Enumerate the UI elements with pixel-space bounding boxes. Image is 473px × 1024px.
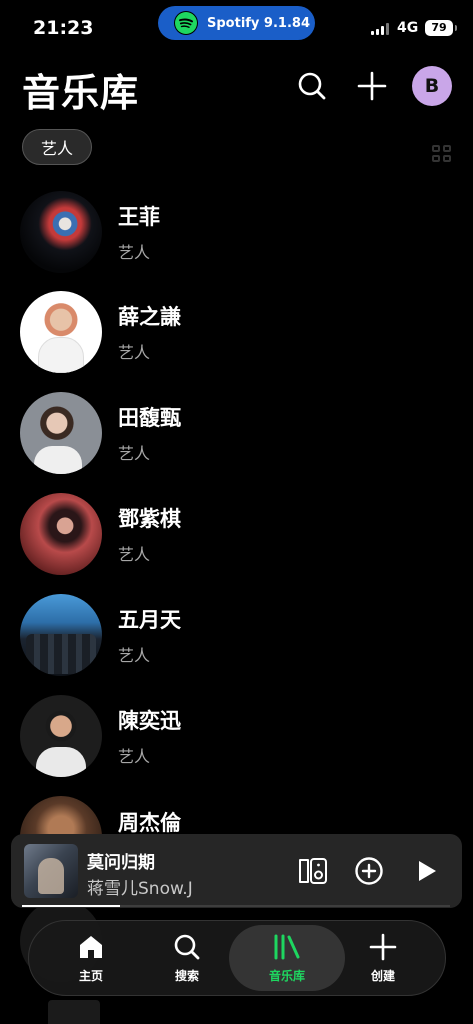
add-circle-icon <box>355 857 383 885</box>
network-type: 4G <box>397 20 419 36</box>
list-item[interactable]: 鄧紫棋 艺人 <box>20 492 460 576</box>
home-icon <box>80 935 102 958</box>
artist-name: 田馥甄 <box>118 406 181 430</box>
page-title: 音乐库 <box>22 71 140 115</box>
album-art <box>24 844 78 898</box>
search-icon <box>174 934 200 959</box>
list-item[interactable]: 五月天 艺人 <box>20 593 460 677</box>
artist-name: 周杰倫 <box>118 811 181 835</box>
library-icon <box>274 934 300 959</box>
artist-name: 五月天 <box>118 608 181 632</box>
speaker-device-icon <box>299 858 327 884</box>
signal-icon <box>371 23 389 35</box>
artist-type: 艺人 <box>118 545 151 564</box>
artist-image <box>20 695 102 777</box>
artist-type: 艺人 <box>118 747 151 766</box>
artist-name: 王菲 <box>118 205 160 229</box>
tab-label: 搜索 <box>174 968 199 983</box>
tab-library[interactable]: 音乐库 <box>229 925 345 991</box>
list-item-thumbnail <box>48 1000 100 1024</box>
list-item[interactable]: 陳奕迅 艺人 <box>20 694 460 778</box>
tab-label: 音乐库 <box>268 968 305 983</box>
grid-view-icon[interactable] <box>432 145 452 163</box>
play-button[interactable] <box>409 854 443 888</box>
search-icon <box>298 72 326 100</box>
playback-progress-bar[interactable] <box>22 905 450 907</box>
artist-image <box>20 191 102 273</box>
play-icon <box>419 861 436 881</box>
artist-name: 薛之謙 <box>118 305 181 329</box>
artist-type: 艺人 <box>118 444 151 463</box>
artist-image <box>20 594 102 676</box>
list-item[interactable]: 薛之謙 艺人 <box>20 290 460 374</box>
track-artist: 蒋雪儿Snow.J <box>87 879 193 899</box>
connect-device-button[interactable] <box>296 854 330 888</box>
artist-image <box>20 392 102 474</box>
filter-chip-artists[interactable]: 艺人 <box>22 129 93 165</box>
bottom-tab-bar: 主页 搜索 音乐库 创建 <box>28 920 446 996</box>
list-item[interactable]: 王菲 艺人 <box>20 190 460 274</box>
battery-icon: 79 <box>425 20 457 36</box>
status-bar: 21:23 Spotify 9.1.84 4G 79 <box>0 0 473 56</box>
list-item[interactable]: 田馥甄 艺人 <box>20 391 460 475</box>
status-time: 21:23 <box>33 17 94 39</box>
mini-player[interactable]: 莫问归期 蒋雪儿Snow.J <box>11 834 462 908</box>
artist-type: 艺人 <box>118 243 151 262</box>
add-to-library-button[interactable] <box>352 854 386 888</box>
add-button[interactable] <box>352 66 392 106</box>
artist-type: 艺人 <box>118 343 151 362</box>
artist-image <box>20 493 102 575</box>
track-title: 莫问归期 <box>87 853 155 873</box>
dynamic-island[interactable]: Spotify 9.1.84 <box>158 6 315 40</box>
tab-search[interactable]: 搜索 <box>137 925 237 991</box>
plus-icon <box>357 71 387 101</box>
dynamic-island-text: Spotify 9.1.84 <box>207 15 310 31</box>
artist-image <box>20 291 102 373</box>
profile-avatar[interactable]: B <box>412 66 452 106</box>
tab-create[interactable]: 创建 <box>333 925 433 991</box>
tab-label: 主页 <box>78 968 103 983</box>
spotify-logo-icon <box>174 11 198 35</box>
plus-icon <box>369 933 397 960</box>
artist-name: 陳奕迅 <box>118 709 181 733</box>
playback-progress-fill <box>22 905 121 907</box>
artist-type: 艺人 <box>118 646 151 665</box>
artist-name: 鄧紫棋 <box>118 507 181 531</box>
tab-home[interactable]: 主页 <box>41 925 141 991</box>
search-button[interactable] <box>292 66 332 106</box>
tab-label: 创建 <box>370 968 395 983</box>
